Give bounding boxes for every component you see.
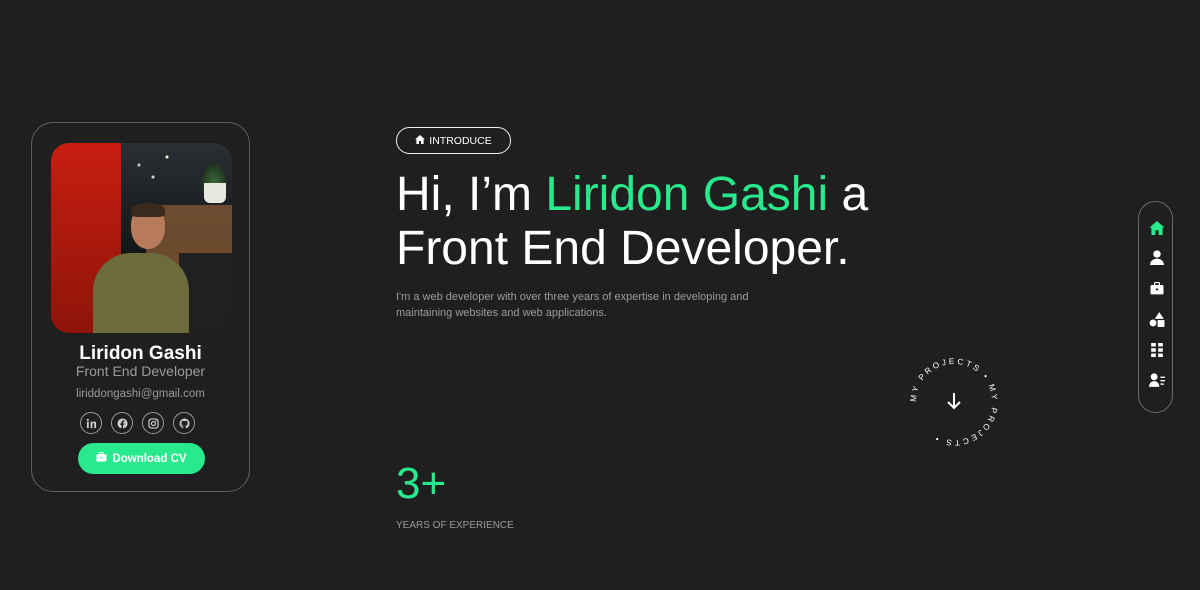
home-icon (1148, 220, 1165, 240)
user-icon (1149, 250, 1164, 270)
social-links (80, 412, 195, 434)
hero-description: I'm a web developer with over three year… (396, 291, 749, 319)
my-projects-circle[interactable]: MY PROJECTS • MY PROJECTS • (904, 352, 1004, 452)
home-icon (415, 134, 426, 147)
profile-photo (51, 143, 232, 333)
briefcase-icon (96, 452, 107, 465)
experience-label: YEARS OF EXPERIENCE (396, 520, 514, 531)
facebook-icon[interactable] (111, 412, 133, 434)
hero-headline: Hi, I’m Liridon Gashi a Front End Develo… (396, 168, 956, 276)
side-nav (1138, 201, 1173, 413)
linkedin-icon[interactable] (80, 412, 102, 434)
briefcase-icon (1149, 282, 1165, 300)
introduce-label: INTRODUCE (429, 134, 492, 147)
nav-contact[interactable] (1139, 372, 1174, 392)
headline-role: Front End Developer. (396, 222, 850, 275)
nav-services[interactable] (1139, 312, 1174, 332)
download-cv-label: Download CV (112, 452, 187, 465)
profile-name: Liridon Gashi (79, 343, 202, 364)
nav-home[interactable] (1139, 220, 1174, 240)
profile-email[interactable]: liriddongashi@gmail.com (32, 388, 249, 400)
shapes-icon (1149, 312, 1165, 332)
github-icon[interactable] (173, 412, 195, 434)
headline-connector: a (828, 168, 869, 221)
grid-icon (1150, 342, 1163, 362)
profile-card: Liridon Gashi Front End Developer liridd… (31, 122, 250, 492)
instagram-icon[interactable] (142, 412, 164, 434)
experience-number: 3+ (396, 459, 447, 508)
profile-role: Front End Developer (75, 363, 206, 379)
download-cv-button[interactable]: Download CV (78, 443, 205, 474)
nav-portfolio[interactable] (1139, 342, 1174, 362)
nav-about[interactable] (1139, 250, 1174, 270)
arrow-down-icon (947, 393, 961, 410)
headline-greeting: Hi, I’m (396, 168, 546, 221)
headline-name: Liridon Gashi (545, 168, 829, 221)
introduce-badge: INTRODUCE (396, 127, 511, 154)
contact-icon (1148, 372, 1165, 392)
nav-resume[interactable] (1139, 281, 1174, 301)
